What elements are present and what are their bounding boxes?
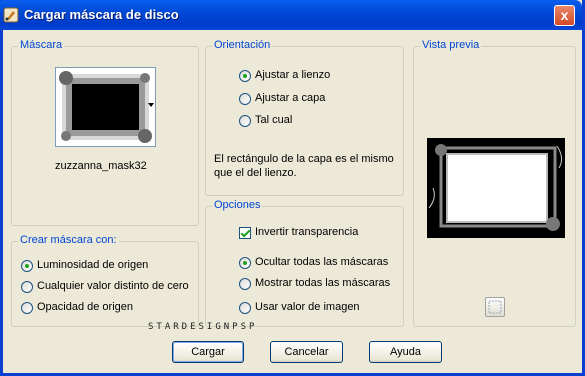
mask-preview-image <box>56 68 155 146</box>
watermark-text: STARDESIGNPSP <box>148 322 258 332</box>
orientacion-label: Orientación <box>212 39 273 51</box>
label-ajustar-capa: Ajustar a capa <box>255 92 326 104</box>
radio-ocultar-mascaras[interactable] <box>239 257 251 269</box>
close-icon: x <box>560 7 569 23</box>
label-ocultar-mascaras: Ocultar todas las máscaras <box>255 256 389 268</box>
label-invertir: Invertir transparencia <box>255 226 359 238</box>
preview-toggle-button[interactable] <box>485 297 505 317</box>
paintbrush-app-icon <box>3 7 19 23</box>
window-title: Cargar máscara de disco <box>24 7 179 22</box>
cancelar-button[interactable]: Cancelar <box>270 341 343 363</box>
mask-thumbnail[interactable] <box>55 67 156 147</box>
radio-opacidad[interactable] <box>21 302 33 314</box>
radio-ajustar-capa[interactable] <box>239 93 251 105</box>
label-mostrar-mascaras: Mostrar todas las máscaras <box>255 277 391 289</box>
mascara-group-label: Máscara <box>18 39 65 51</box>
mask-name: zuzzanna_mask32 <box>55 160 147 172</box>
label-ajustar-lienzo: Ajustar a lienzo <box>255 69 331 81</box>
preview-image <box>427 138 565 238</box>
label-cualquier-valor: Cualquier valor distinto de cero <box>37 280 189 292</box>
label-usar-valor: Usar valor de imagen <box>255 301 360 313</box>
radio-ajustar-lienzo[interactable] <box>239 70 251 82</box>
radio-tal-cual[interactable] <box>239 115 251 127</box>
radio-luminosidad[interactable] <box>21 260 33 272</box>
radio-mostrar-mascaras[interactable] <box>239 278 251 290</box>
checkbox-invertir[interactable] <box>239 227 251 239</box>
cargar-button[interactable]: Cargar <box>172 341 244 363</box>
radio-cualquier-valor[interactable] <box>21 281 33 293</box>
label-luminosidad: Luminosidad de origen <box>37 259 149 271</box>
radio-usar-valor[interactable] <box>239 302 251 314</box>
vista-previa-label: Vista previa <box>420 39 482 51</box>
close-button[interactable]: x <box>554 5 575 26</box>
opciones-label: Opciones <box>212 199 263 211</box>
label-tal-cual: Tal cual <box>255 114 293 126</box>
preview-toggle-icon <box>488 300 502 314</box>
title-bar[interactable]: Cargar máscara de disco x <box>0 0 582 30</box>
orientacion-description: El rectángulo de la capa es el mismo que… <box>214 153 394 179</box>
crear-mascara-label: Crear máscara con: <box>18 234 119 246</box>
preview-mask-frame <box>427 138 565 238</box>
label-opacidad: Opacidad de origen <box>37 301 134 313</box>
mask-dropdown-arrow-icon[interactable] <box>148 103 154 107</box>
ayuda-button[interactable]: Ayuda <box>369 341 442 363</box>
